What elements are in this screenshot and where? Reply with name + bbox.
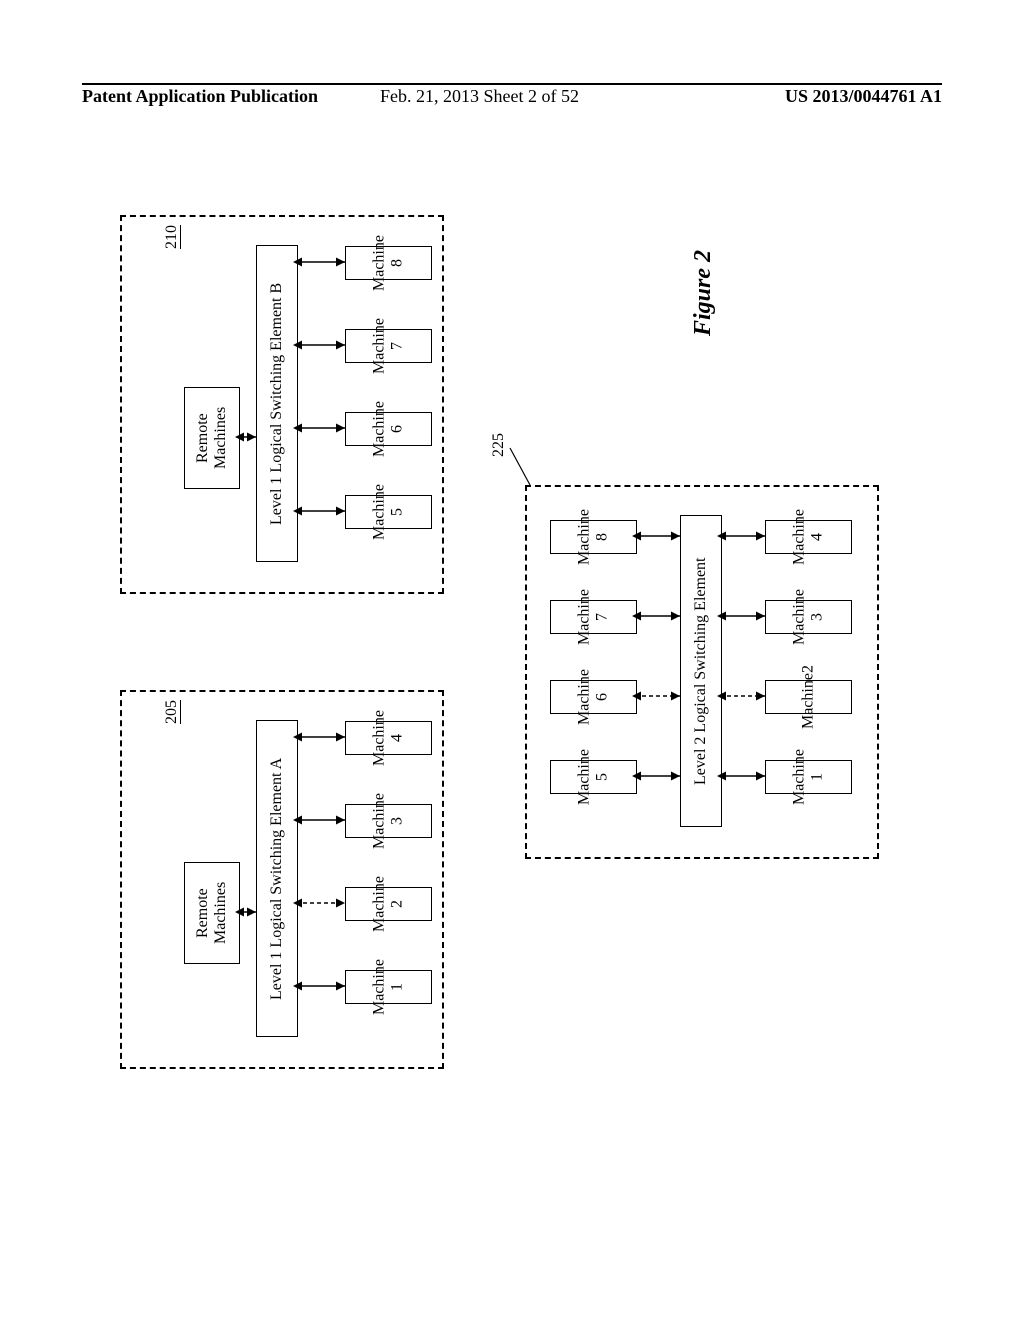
remote-machines-b: Remote Machines [184,387,240,489]
machine-1: Machine 1 [345,970,432,1004]
ref-210: 210 [163,225,181,249]
machine-6b: Machine 6 [550,680,637,714]
m1b-label: Machine 1 [791,749,827,805]
m1-label: Machine 1 [371,959,407,1015]
m4b-label: Machine 4 [791,509,827,565]
m5-label: Machine 5 [371,484,407,540]
m7b-label: Machine 7 [576,589,612,645]
machine-6: Machine 6 [345,412,432,446]
lse-b-label: Level 1 Logical Switching Element B [268,282,286,524]
machine-7b: Machine 7 [550,600,637,634]
figure-label: Figure 2 [690,250,717,336]
machine-5: Machine 5 [345,495,432,529]
header-mid: Feb. 21, 2013 Sheet 2 of 52 [380,86,579,107]
m3b-label: Machine 3 [791,589,827,645]
figure-area: 205 Remote Machines Level 1 Logical Swit… [120,190,900,1090]
machine-2b: Machine2 [765,680,852,714]
lse-2: Level 2 Logical Switching Element [680,515,722,827]
lse-a-label: Level 1 Logical Switching Element A [268,757,286,999]
lse-a: Level 1 Logical Switching Element A [256,720,298,1037]
machine-4b: Machine 4 [765,520,852,554]
m8b-label: Machine 8 [576,509,612,565]
m4-label: Machine 4 [371,710,407,766]
machine-7: Machine 7 [345,329,432,363]
remote-machines-a: Remote Machines [184,862,240,964]
machine-3b: Machine 3 [765,600,852,634]
machine-1b: Machine 1 [765,760,852,794]
machine-2: Machine 2 [345,887,432,921]
remote-b-label: Remote Machines [194,407,230,469]
m3-label: Machine 3 [371,793,407,849]
header-left: Patent Application Publication [82,86,318,107]
m7-label: Machine 7 [371,318,407,374]
machine-4: Machine 4 [345,721,432,755]
remote-a-label: Remote Machines [194,882,230,944]
machine-8: Machine 8 [345,246,432,280]
machine-5b: Machine 5 [550,760,637,794]
lse-b: Level 1 Logical Switching Element B [256,245,298,562]
lse-2-label: Level 2 Logical Switching Element [692,557,710,785]
m8-label: Machine 8 [371,235,407,291]
header-rule [82,83,942,85]
m2b-label: Machine2 [800,665,818,729]
ref-205: 205 [163,700,181,724]
ref-225: 225 [490,433,508,457]
machine-8b: Machine 8 [550,520,637,554]
m2-label: Machine 2 [371,876,407,932]
m5b-label: Machine 5 [576,749,612,805]
m6b-label: Machine 6 [576,669,612,725]
header-right: US 2013/0044761 A1 [785,86,942,107]
machine-3: Machine 3 [345,804,432,838]
m6-label: Machine 6 [371,401,407,457]
